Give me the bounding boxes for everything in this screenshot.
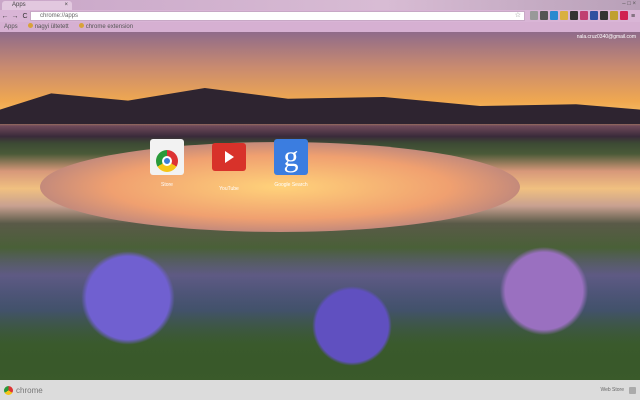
- extension-icon[interactable]: [550, 11, 558, 20]
- flowers: [0, 242, 640, 382]
- background-theme-image: [0, 32, 640, 382]
- chrome-brand: chrome: [16, 385, 43, 395]
- extension-icon[interactable]: [570, 11, 578, 20]
- web-store-icon[interactable]: [629, 386, 636, 394]
- url-text: chrome://apps: [40, 13, 79, 19]
- menu-icon[interactable]: ≡: [628, 13, 638, 20]
- tab-close-icon[interactable]: ×: [64, 1, 68, 10]
- tab-title: Apps: [12, 2, 26, 8]
- mountains: [0, 88, 640, 124]
- tab-strip: Apps × – □ ×: [0, 0, 640, 10]
- extension-icon[interactable]: [610, 11, 618, 20]
- folder-icon: [27, 23, 33, 28]
- folder-icon: [78, 23, 84, 28]
- reload-button[interactable]: C: [20, 13, 30, 20]
- app-label: Google Search: [274, 182, 308, 188]
- app-label: YouTube: [219, 186, 239, 192]
- user-email[interactable]: nala.cruz0340@gmail.com: [577, 34, 636, 40]
- web-store-link[interactable]: Web Store: [600, 387, 624, 393]
- chrome-logo-icon: [4, 385, 13, 395]
- window-controls[interactable]: – □ ×: [622, 1, 636, 7]
- extension-icon[interactable]: [590, 11, 598, 20]
- address-bar[interactable]: chrome://apps ☆: [30, 11, 525, 21]
- bookmarks-bar: Apps nagyi ültetett chrome extension: [0, 22, 640, 32]
- web-store-icon: [150, 139, 184, 175]
- extension-icon[interactable]: [600, 11, 608, 20]
- back-button[interactable]: ←: [0, 13, 10, 20]
- app-store[interactable]: Store: [150, 139, 184, 192]
- extension-icon[interactable]: [580, 11, 588, 20]
- tab-apps[interactable]: Apps ×: [2, 1, 72, 10]
- google-search-icon: g: [274, 139, 308, 175]
- bookmark-label: chrome extension: [85, 24, 134, 30]
- forward-button[interactable]: →: [10, 13, 20, 20]
- extension-icon[interactable]: [620, 11, 628, 20]
- extension-icon[interactable]: [530, 11, 538, 20]
- bookmark-item[interactable]: chrome extension: [78, 22, 134, 32]
- extension-icon[interactable]: [540, 11, 548, 20]
- toolbar: ← → C chrome://apps ☆ ≡: [0, 10, 640, 22]
- extensions-area: [530, 11, 628, 20]
- bookmark-item[interactable]: nagyi ültetett: [27, 22, 69, 32]
- app-youtube[interactable]: YouTube: [212, 139, 246, 192]
- apps-grid: Store YouTube g Google Search: [150, 139, 308, 192]
- extension-icon[interactable]: [560, 11, 568, 20]
- bookmark-apps[interactable]: Apps: [4, 22, 18, 32]
- app-label: Store: [161, 182, 173, 188]
- bookmark-star-icon[interactable]: ☆: [515, 12, 521, 20]
- app-google-search[interactable]: g Google Search: [274, 139, 308, 192]
- bookmark-label: nagyi ültetett: [34, 24, 69, 30]
- footer-bar: chrome Web Store: [0, 380, 640, 400]
- youtube-icon: [212, 143, 246, 171]
